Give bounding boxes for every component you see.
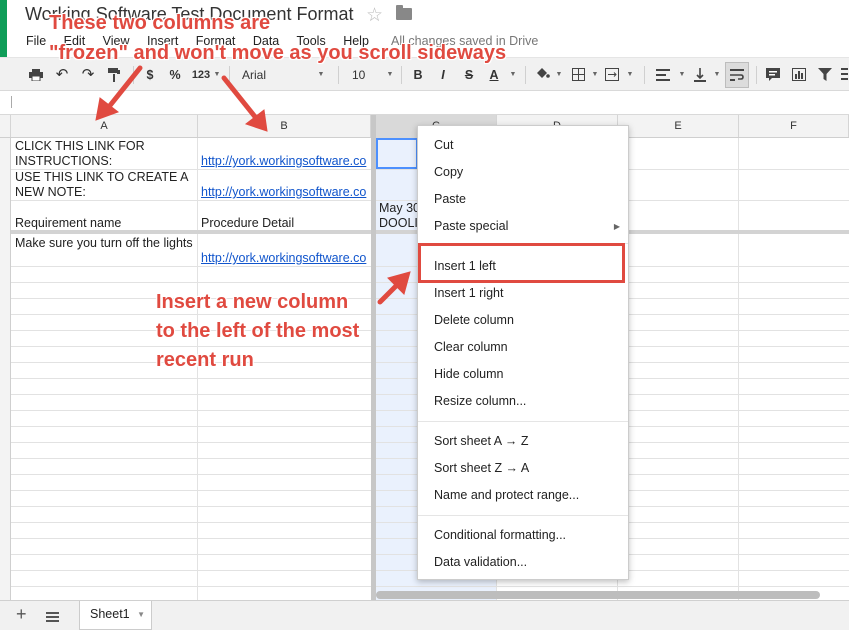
all-sheets-list-icon[interactable] <box>46 612 59 624</box>
annotation-frozen-line2: "frozen" and won't move as you scroll si… <box>49 42 507 64</box>
arrow-to-insert-left <box>377 281 401 305</box>
annotation-insert-line3: recent run <box>156 349 254 371</box>
arrow-to-column-b <box>221 75 259 121</box>
horizontal-scrollbar[interactable] <box>376 591 820 599</box>
sheet-tab[interactable]: Sheet1 ▼ <box>79 601 152 630</box>
annotation-insert-line1: Insert a new column <box>156 291 349 313</box>
arrow-to-column-a <box>105 65 143 111</box>
sheet-tab-label: Sheet1 <box>90 607 130 621</box>
add-sheet-button[interactable]: + <box>16 604 27 625</box>
annotation-arrows <box>95 65 411 305</box>
annotation-frozen-line1: These two columns are <box>49 12 271 34</box>
annotation-insert-line2: to the left of the most <box>156 320 360 342</box>
chevron-down-icon[interactable]: ▼ <box>137 601 145 628</box>
